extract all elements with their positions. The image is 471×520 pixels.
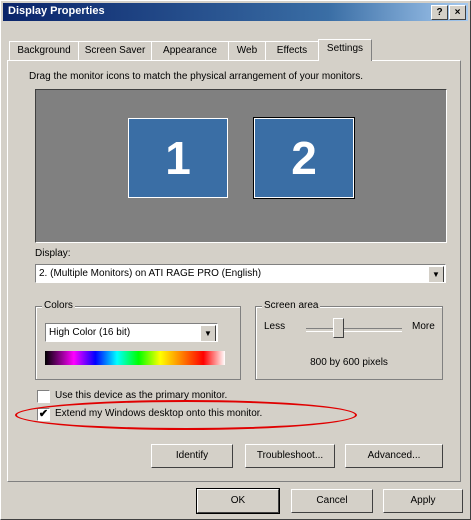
tab-web[interactable]: Web xyxy=(228,41,266,60)
tab-screen-saver[interactable]: Screen Saver xyxy=(78,41,152,60)
less-label: Less xyxy=(264,321,286,332)
tab-settings[interactable]: Settings xyxy=(318,39,372,61)
monitor-arrangement-area: 1 2 xyxy=(35,89,447,243)
extend-desktop-checkbox[interactable]: ✔ xyxy=(37,408,50,421)
title-bar[interactable]: Display Properties ? × xyxy=(3,3,468,21)
tab-strip: Background Screen Saver Appearance Web E… xyxy=(7,39,467,61)
extend-desktop-label[interactable]: Extend my Windows desktop onto this moni… xyxy=(55,408,262,419)
tab-effects[interactable]: Effects xyxy=(265,41,319,60)
apply-button[interactable]: Apply xyxy=(383,489,463,513)
close-button[interactable]: × xyxy=(449,5,466,20)
cancel-button[interactable]: Cancel xyxy=(291,489,373,513)
help-button[interactable]: ? xyxy=(431,5,448,20)
display-select[interactable]: 2. (Multiple Monitors) on ATI RAGE PRO (… xyxy=(35,264,446,283)
display-properties-window: Display Properties ? × Background Screen… xyxy=(0,0,471,520)
monitor-2-icon[interactable]: 2 xyxy=(253,117,355,199)
ok-button[interactable]: OK xyxy=(196,488,280,514)
screen-area-group: Screen area Less More 800 by 600 pixels xyxy=(255,300,443,380)
colors-select[interactable]: High Color (16 bit) ▼ xyxy=(45,323,218,342)
troubleshoot-button[interactable]: Troubleshoot... xyxy=(245,444,335,468)
chevron-down-icon[interactable]: ▼ xyxy=(200,325,216,341)
screen-area-label: Screen area xyxy=(262,300,321,311)
primary-monitor-label[interactable]: Use this device as the primary monitor. xyxy=(55,390,227,401)
advanced-button[interactable]: Advanced... xyxy=(345,444,443,468)
display-label: Display: xyxy=(35,248,71,259)
screen-area-slider-track[interactable] xyxy=(306,328,402,332)
primary-monitor-checkbox[interactable] xyxy=(37,390,50,403)
colors-label: Colors xyxy=(42,300,75,311)
instruction-text: Drag the monitor icons to match the phys… xyxy=(29,71,364,82)
identify-button[interactable]: Identify xyxy=(151,444,233,468)
window-title: Display Properties xyxy=(8,5,105,17)
screen-area-slider-thumb[interactable] xyxy=(332,318,344,338)
colors-group: Colors High Color (16 bit) ▼ xyxy=(35,300,241,380)
chevron-down-icon[interactable]: ▼ xyxy=(428,266,444,282)
tab-background[interactable]: Background xyxy=(9,41,79,60)
tab-appearance[interactable]: Appearance xyxy=(151,41,229,60)
monitor-1-icon[interactable]: 1 xyxy=(128,118,228,198)
resolution-text: 800 by 600 pixels xyxy=(310,357,388,368)
color-spectrum-bar xyxy=(45,351,225,365)
display-select-value: 2. (Multiple Monitors) on ATI RAGE PRO (… xyxy=(39,268,262,279)
colors-select-value: High Color (16 bit) xyxy=(49,327,131,338)
more-label: More xyxy=(412,321,435,332)
